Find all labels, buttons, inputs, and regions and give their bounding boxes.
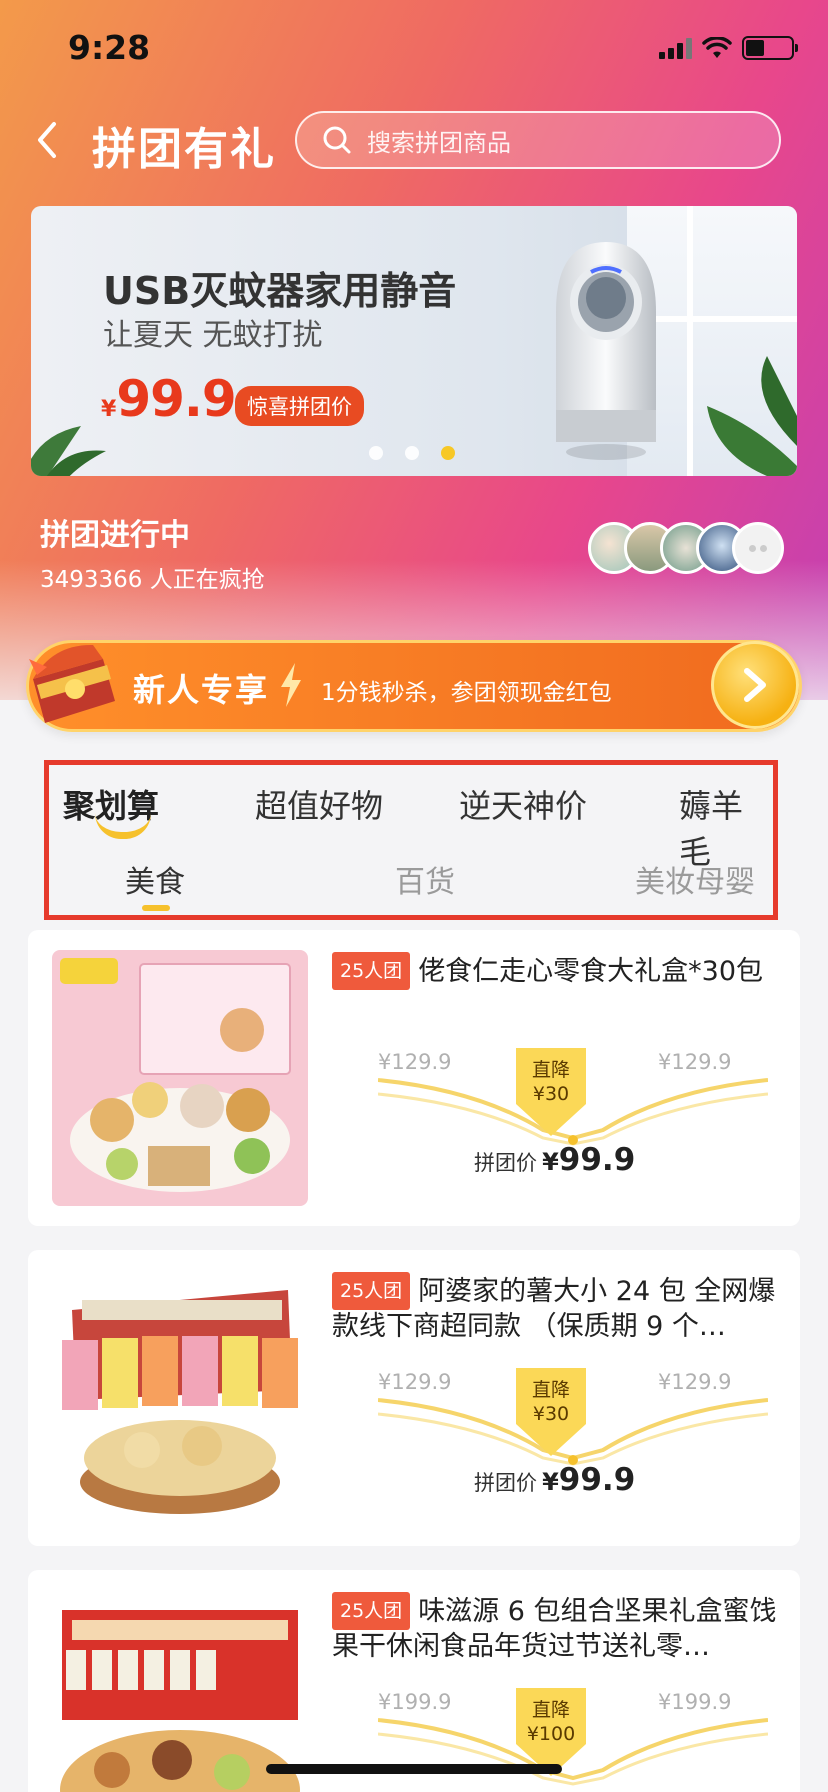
promo-go-button[interactable]	[711, 641, 799, 729]
carousel-dot[interactable]	[405, 446, 419, 460]
new-user-promo-banner[interactable]: 新人专享 1分钱秒杀，参团领现金红包	[26, 640, 802, 732]
banner-subtitle: 让夏天 无蚊打扰	[103, 318, 323, 353]
leaf-decoration	[707, 356, 797, 476]
group-size-badge: 25人团	[332, 952, 411, 990]
mosquito-lamp-image	[556, 242, 656, 460]
product-card[interactable]: 25人团 味滋源 6 包组合坚果礼盒蜜饯果干休闲食品年货过节送礼零… ¥199.9…	[28, 1570, 800, 1792]
status-icons	[659, 36, 798, 60]
category-tabs: 聚划算 超值好物 逆天神价 薅羊毛 美食 百货 美妆母婴	[44, 760, 778, 920]
subtab-meishi[interactable]: 美食	[125, 857, 185, 901]
tab-chaozhi-haowu[interactable]: 超值好物	[255, 781, 383, 827]
home-indicator[interactable]	[266, 1764, 562, 1774]
active-tab-indicator	[95, 813, 151, 839]
promo-text: 1分钱秒杀，参团领现金红包	[321, 680, 612, 706]
group-status-title: 拼团进行中	[40, 518, 190, 553]
more-avatars-icon	[732, 522, 784, 574]
product-image	[52, 950, 308, 1206]
treasure-chest-icon	[29, 644, 115, 723]
search-icon	[323, 126, 351, 154]
participant-avatars	[588, 522, 784, 574]
product-card[interactable]: 25人团 阿婆家的薯大小 24 包 全网爆款线下商超同款 （保质期 9 个… ¥1…	[28, 1250, 800, 1546]
wifi-icon	[702, 37, 732, 58]
active-subtab-indicator	[142, 905, 170, 911]
subtab-baihuo[interactable]: 百货	[395, 857, 455, 901]
search-input[interactable]: 搜索拼团商品	[295, 111, 781, 169]
signal-icon	[659, 37, 692, 59]
promo-title: 新人专享	[133, 671, 270, 709]
carousel-dot[interactable]	[369, 446, 383, 460]
search-placeholder: 搜索拼团商品	[367, 128, 511, 157]
banner-carousel[interactable]: USB灭蚊器家用静音 让夏天 无蚊打扰 ¥99.9 惊喜拼团价	[31, 206, 797, 476]
price-drop-tag: 直降 ¥30	[512, 1048, 590, 1138]
group-size-badge: 25人团	[332, 1592, 411, 1630]
group-price: 拼团价 ¥99.9	[474, 1462, 636, 1498]
banner-price-tag: 惊喜拼团价	[235, 386, 364, 426]
product-title: 25人团 味滋源 6 包组合坚果礼盒蜜饯果干休闲食品年货过节送礼零…	[332, 1592, 782, 1662]
banner-title: USB灭蚊器家用静音	[103, 269, 457, 313]
lightning-icon	[281, 663, 301, 707]
price-drop-tag: 直降 ¥30	[512, 1368, 590, 1458]
chevron-right-icon	[744, 668, 766, 702]
leaf-decoration	[31, 426, 106, 476]
product-title: 25人团 佬食仁走心零食大礼盒*30包	[332, 952, 782, 990]
product-card[interactable]: 25人团 佬食仁走心零食大礼盒*30包 ¥129.9 ¥129.9 直降 ¥30 拼…	[28, 930, 800, 1226]
subtab-meizhuang-muying[interactable]: 美妆母婴	[635, 857, 755, 901]
carousel-dots	[369, 446, 455, 460]
back-arrow-icon[interactable]	[34, 120, 60, 160]
carousel-dot-active[interactable]	[441, 446, 455, 460]
product-title: 25人团 阿婆家的薯大小 24 包 全网爆款线下商超同款 （保质期 9 个…	[332, 1272, 782, 1342]
product-image	[52, 1590, 308, 1792]
group-size-badge: 25人团	[332, 1272, 411, 1310]
group-status-count: 3493366 人正在疯抢	[40, 567, 265, 593]
status-time: 9:28	[68, 28, 151, 67]
product-image	[52, 1270, 308, 1526]
banner-price: ¥99.9	[101, 370, 237, 428]
group-price: 拼团价 ¥99.9	[474, 1142, 636, 1178]
tab-nitian-shenjia[interactable]: 逆天神价	[459, 781, 587, 827]
battery-icon	[742, 36, 798, 60]
page-title: 拼团有礼	[92, 124, 276, 175]
